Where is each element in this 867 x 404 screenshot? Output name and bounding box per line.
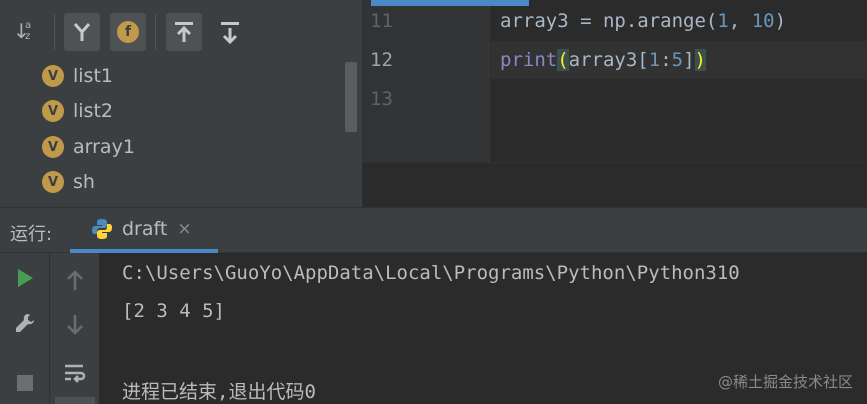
toolbar-active-highlight <box>55 397 95 404</box>
code-editor[interactable]: 11 12 13 array3 = np.arange(1, 10) print… <box>362 0 867 207</box>
edit-config-button[interactable] <box>0 303 50 343</box>
code-token: : <box>660 49 672 71</box>
toolbar-separator <box>155 14 156 50</box>
arrow-down-bar-icon <box>221 22 239 44</box>
run-title: 运行: <box>10 224 53 245</box>
code-token: array3[ <box>568 49 649 71</box>
code-token-builtin: print <box>500 49 558 71</box>
sort-alphabetically-button[interactable]: ↓ a z <box>8 13 44 51</box>
code-line-11[interactable]: array3 = np.arange(1, 10) <box>500 10 786 32</box>
stop-icon <box>17 375 33 391</box>
variable-icon: V <box>42 171 64 193</box>
tree-item-list1[interactable]: V list1 <box>42 61 113 91</box>
watermark: @稀土掘金技术社区 <box>717 373 853 391</box>
variable-icon: V <box>42 65 64 87</box>
tree-item-label: array1 <box>73 136 135 158</box>
code-token-number: 1 <box>717 10 729 32</box>
arrow-down-icon <box>67 315 83 335</box>
show-fields-button[interactable]: f <box>110 13 146 51</box>
line-number: 11 <box>370 10 393 32</box>
tree-item-label: sh <box>73 171 95 193</box>
inherited-icon <box>73 23 91 41</box>
close-icon[interactable]: × <box>177 219 191 239</box>
editor-empty-area <box>362 162 867 207</box>
console-exit-message: 进程已结束,退出代码0 <box>122 381 316 403</box>
code-token-number: 5 <box>671 49 684 71</box>
run-toolbar-secondary <box>50 253 100 404</box>
expand-all-button[interactable] <box>166 13 202 51</box>
collapse-all-button[interactable] <box>212 13 248 51</box>
stop-button[interactable] <box>0 363 50 403</box>
structure-panel: ↓ a z f V list1 V list2 V array1 V sh <box>0 0 362 207</box>
code-token-number: 10 <box>751 10 775 32</box>
soft-wrap-button[interactable] <box>50 353 100 393</box>
wrench-icon <box>16 314 34 332</box>
python-icon <box>92 218 112 239</box>
arrow-up-icon <box>67 270 83 290</box>
code-token: , <box>728 10 752 32</box>
scroll-down-button[interactable] <box>50 305 100 345</box>
rerun-button[interactable] <box>0 258 50 298</box>
tree-item-label: list2 <box>73 100 113 122</box>
run-tab-label: draft <box>122 217 168 240</box>
console-line-path: C:\Users\GuoYo\AppData\Local\Programs\Py… <box>122 262 740 284</box>
console-line-output: [2 3 4 5] <box>122 300 225 322</box>
scroll-up-button[interactable] <box>50 260 100 300</box>
toolbar-separator <box>54 14 55 50</box>
field-icon: f <box>117 21 139 43</box>
sort-alpha-icon: ↓ a z <box>13 19 32 43</box>
code-token-number: 1 <box>648 49 661 71</box>
code-token: ) <box>774 10 787 32</box>
code-token: array3 = np.arange( <box>500 10 718 32</box>
play-icon <box>18 269 33 287</box>
arrow-up-bar-icon <box>175 22 193 42</box>
line-number: 13 <box>370 88 393 110</box>
tree-item-sh[interactable]: V sh <box>42 167 95 197</box>
editor-tab-indicator <box>371 0 529 6</box>
run-tool-header: 运行: draft × <box>0 207 867 253</box>
code-token-paren: ) <box>694 49 706 71</box>
soft-wrap-icon <box>65 364 86 383</box>
run-tab-draft[interactable]: draft × <box>70 208 218 253</box>
line-number: 12 <box>370 49 393 71</box>
variable-icon: V <box>42 136 64 158</box>
run-console[interactable]: C:\Users\GuoYo\AppData\Local\Programs\Py… <box>100 253 867 404</box>
tree-item-label: list1 <box>73 65 113 87</box>
tree-item-array1[interactable]: V array1 <box>42 132 135 162</box>
code-token-paren: ( <box>557 49 569 71</box>
variable-icon: V <box>42 100 64 122</box>
structure-toolbar: ↓ a z f <box>0 0 362 60</box>
show-inherited-button[interactable] <box>64 13 100 51</box>
tree-item-list2[interactable]: V list2 <box>42 96 113 126</box>
structure-scrollbar[interactable] <box>345 62 357 132</box>
code-token: ] <box>683 49 695 71</box>
run-toolbar <box>0 253 50 404</box>
code-line-12[interactable]: print(array3[1:5]) <box>500 49 706 71</box>
